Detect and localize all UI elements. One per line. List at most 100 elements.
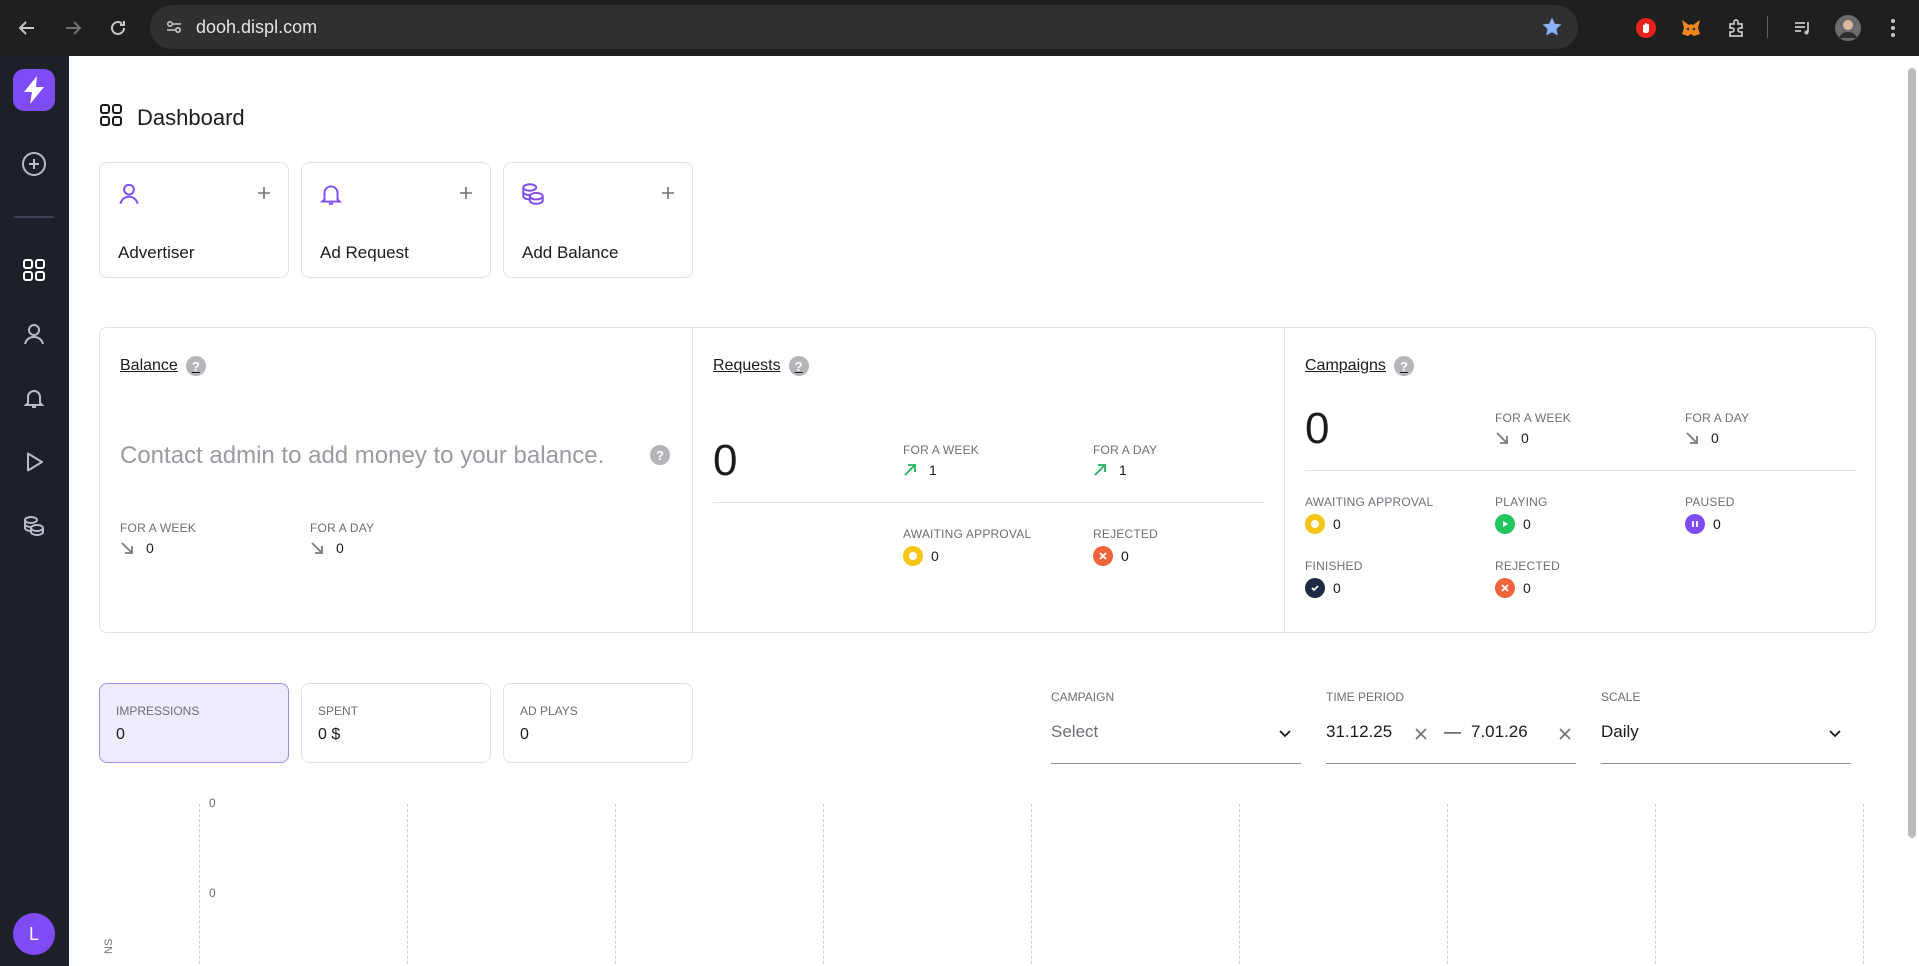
rejected-x-icon [1495, 578, 1515, 598]
trend-down-icon [121, 542, 133, 554]
gridline [1447, 804, 1448, 966]
campaign-filter-label: CAMPAIGN [1051, 690, 1115, 704]
rejected-x-icon [1093, 546, 1113, 566]
lightning-logo-icon[interactable] [13, 69, 55, 111]
campaigns-week-value: 0 [1521, 430, 1529, 446]
requests-title[interactable]: Requests ? [713, 356, 809, 376]
site-settings-icon[interactable] [162, 15, 186, 39]
campaigns-awaiting-status: 0 [1305, 514, 1341, 534]
add-balance-card[interactable]: Add Balance [503, 162, 693, 278]
scrollbar-thumb[interactable] [1908, 68, 1916, 838]
requests-day-trend: 1 [1093, 462, 1127, 478]
period-start-value[interactable]: 31.12.25 [1326, 722, 1392, 742]
help-icon[interactable]: ? [1393, 356, 1414, 376]
browser-menu-icon[interactable] [1878, 13, 1908, 43]
ad-request-card[interactable]: Ad Request [301, 162, 491, 278]
profile-avatar-icon[interactable] [1833, 13, 1863, 43]
plus-icon[interactable] [660, 185, 676, 201]
requests-total: 0 [713, 436, 738, 485]
back-icon[interactable] [13, 14, 41, 42]
add-circle-icon[interactable] [20, 150, 48, 178]
page-title: Dashboard [137, 105, 245, 130]
campaigns-day-value: 0 [1711, 430, 1719, 446]
coins-icon [520, 181, 546, 207]
clear-start-icon[interactable] [1414, 727, 1428, 741]
trend-down-icon [1496, 432, 1508, 444]
chevron-down-icon [1279, 730, 1291, 738]
ad-plays-tab[interactable]: AD PLAYS 0 [503, 683, 693, 763]
balance-title[interactable]: Balance ? [120, 356, 206, 376]
ad-plays-value: 0 [520, 726, 529, 743]
requests-awaiting-status: 0 [903, 546, 939, 566]
media-controls-icon[interactable] [1788, 13, 1818, 43]
time-period-picker[interactable]: TIME PERIOD 31.12.25 — 7.01.26 [1326, 690, 1576, 764]
period-end-value[interactable]: 7.01.26 [1471, 722, 1528, 742]
balance-day-label: FOR A DAY [310, 521, 375, 535]
campaigns-paused-status: 0 [1685, 514, 1721, 534]
balance-day-trend: 0 [310, 540, 344, 556]
forward-icon[interactable] [59, 14, 87, 42]
campaigns-week-trend: 0 [1495, 430, 1529, 446]
dashboard-grid-icon[interactable] [20, 256, 48, 284]
gridline [1655, 804, 1656, 966]
page-header: Dashboard [99, 103, 245, 133]
user-avatar[interactable]: L [13, 913, 55, 955]
adblock-extension-icon[interactable] [1631, 13, 1661, 43]
trend-up-icon [1094, 464, 1106, 476]
balance-week-trend: 0 [120, 540, 154, 556]
plus-icon[interactable] [458, 185, 474, 201]
scale-label: SCALE [1601, 690, 1641, 704]
metamask-extension-icon[interactable] [1676, 13, 1706, 43]
trend-up-icon [904, 464, 916, 476]
balance-title-text: Balance [120, 357, 178, 374]
campaign-select[interactable]: CAMPAIGN Select [1051, 690, 1301, 764]
bookmark-star-icon[interactable] [1540, 15, 1564, 39]
campaigns-title-text: Campaigns [1305, 357, 1386, 374]
plus-icon[interactable] [256, 185, 272, 201]
impressions-tab[interactable]: IMPRESSIONS 0 [99, 683, 289, 763]
awaiting-dot-icon [1305, 514, 1325, 534]
reload-icon[interactable] [104, 14, 132, 42]
finished-check-icon [1305, 578, 1325, 598]
user-icon[interactable] [20, 320, 48, 348]
page-scrollbar[interactable] [1905, 56, 1919, 966]
requests-rejected-status: 0 [1093, 546, 1129, 566]
impressions-label: IMPRESSIONS [116, 704, 200, 718]
clear-end-icon[interactable] [1558, 727, 1572, 741]
requests-day-label: FOR A DAY [1093, 443, 1158, 457]
campaigns-title[interactable]: Campaigns ? [1305, 356, 1414, 376]
bell-icon[interactable] [20, 384, 48, 412]
user-icon [116, 181, 142, 207]
spent-tab[interactable]: SPENT 0 $ [301, 683, 491, 763]
scale-value: Daily [1601, 722, 1639, 741]
play-icon[interactable] [20, 448, 48, 476]
gridline [407, 804, 408, 966]
campaign-select-placeholder: Select [1051, 722, 1099, 741]
awaiting-dot-icon [903, 546, 923, 566]
y-axis-label: NS [103, 938, 115, 954]
coins-icon[interactable] [20, 512, 48, 540]
requests-day-value: 1 [1119, 462, 1127, 478]
help-icon[interactable]: ? [185, 356, 206, 376]
help-icon[interactable]: ? [650, 445, 670, 465]
requests-week-value: 1 [929, 462, 937, 478]
main-content: Dashboard Advertiser Ad Request Add Bala… [69, 56, 1919, 966]
balance-week-value: 0 [146, 540, 154, 556]
campaigns-playing-value: 0 [1523, 516, 1531, 532]
requests-week-label: FOR A WEEK [903, 443, 980, 457]
trend-down-icon [1686, 432, 1698, 444]
campaigns-rejected-label: REJECTED [1495, 559, 1560, 573]
extensions-puzzle-icon[interactable] [1722, 13, 1752, 43]
scale-select[interactable]: SCALE Daily [1601, 690, 1851, 764]
paused-pause-icon [1685, 514, 1705, 534]
advertiser-card[interactable]: Advertiser [99, 162, 289, 278]
requests-awaiting-label: AWAITING APPROVAL [903, 527, 1032, 541]
requests-title-text: Requests [713, 357, 781, 374]
gridline [823, 804, 824, 966]
address-bar[interactable]: dooh.displ.com [150, 5, 1578, 49]
toolbar-divider [1767, 16, 1768, 38]
sidebar-separator [14, 216, 54, 218]
gridline [1031, 804, 1032, 966]
playing-play-icon [1495, 514, 1515, 534]
help-icon[interactable]: ? [788, 356, 809, 376]
